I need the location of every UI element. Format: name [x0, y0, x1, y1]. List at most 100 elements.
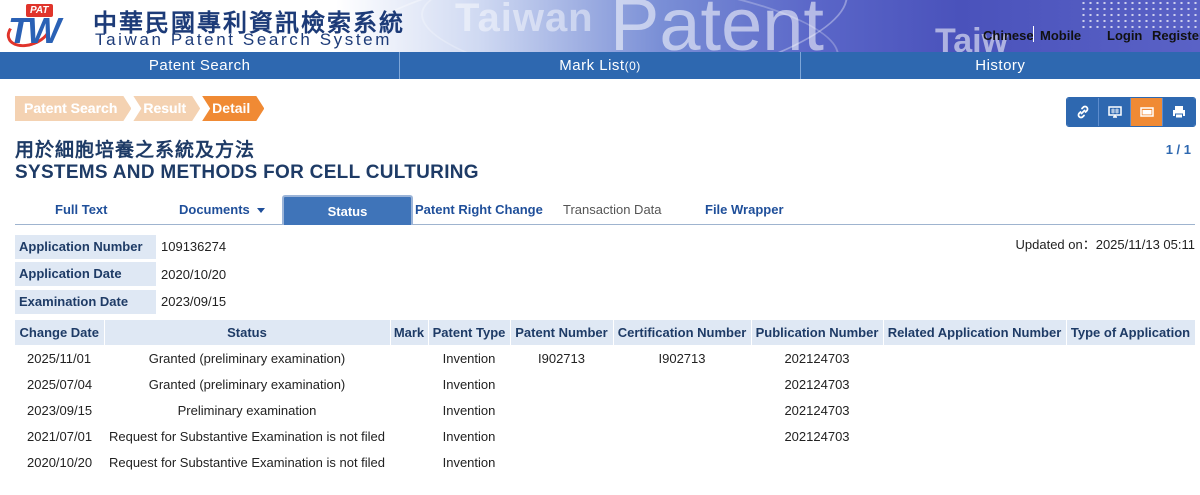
mark-list-count: (0) [624, 59, 641, 73]
info-row: Application Date 2020/10/20 [15, 261, 226, 289]
column-header: Related Application Number [883, 320, 1067, 345]
patent-title-english: SYSTEMS AND METHODS FOR CELL CULTURING [15, 162, 479, 183]
view-toolbar [1066, 97, 1196, 127]
info-row: Examination Date 2023/09/15 [15, 288, 226, 316]
tab-patent-right-change[interactable]: Patent Right Change [415, 202, 543, 217]
application-type-cell [1066, 397, 1195, 423]
register-link[interactable]: Register [1152, 28, 1200, 43]
header-watermark: Taiwan [455, 0, 594, 40]
column-header: Mark [390, 320, 429, 345]
column-header: Patent Number [510, 320, 614, 345]
nav-mark-list[interactable]: Mark List(0) [400, 52, 801, 79]
status-table: Change Date Status Mark Patent Type Pate… [15, 320, 1196, 475]
breadcrumb: Patent Search Result Detail [15, 96, 266, 121]
change-date-cell: 2020/10/20 [27, 454, 93, 470]
main-nav: Patent Search Mark List(0) History [0, 52, 1200, 79]
link-divider [1033, 26, 1034, 42]
status-cell: Request for Substantive Examination is n… [108, 454, 386, 470]
table-row: 2020/10/20 Request for Substantive Exami… [15, 449, 1195, 475]
tab-status[interactable]: Status [282, 195, 413, 225]
patent-type-cell: Invention [442, 350, 496, 366]
nav-patent-search[interactable]: Patent Search [0, 52, 401, 79]
publication-number-cell: 202124703 [784, 376, 850, 392]
application-type-cell [1066, 345, 1195, 371]
patent-number-cell [510, 371, 613, 397]
nav-mark-list-label: Mark List [559, 57, 625, 74]
related-application-cell [883, 423, 1066, 449]
site-title-english: Taiwan Patent Search System [95, 30, 392, 49]
patent-number-cell: I902713 [538, 350, 585, 366]
patent-title-chinese: 用於細胞培養之系統及方法 [15, 139, 256, 161]
breadcrumb-label: Patent Search [24, 100, 118, 116]
header-watermark: Patent [610, 0, 824, 52]
application-type-cell [1066, 449, 1195, 475]
table-row: 2025/11/01 Granted (preliminary examinat… [15, 345, 1195, 371]
column-header: Certification Number [613, 320, 752, 345]
change-date-cell: 2023/09/15 [27, 402, 93, 418]
application-number-value: 109136274 [161, 239, 227, 255]
column-header: Type of Application [1066, 320, 1196, 345]
tab-full-text[interactable]: Full Text [55, 202, 107, 217]
related-application-cell [883, 371, 1066, 397]
breadcrumb-label: Result [143, 100, 187, 116]
window-view-button[interactable] [1131, 98, 1163, 126]
updated-timestamp: Updated on：2025/11/13 05:11 [1015, 237, 1196, 252]
mark-cell [390, 423, 428, 449]
mobile-link[interactable]: Mobile [1040, 28, 1081, 43]
tab-file-wrapper[interactable]: File Wrapper [705, 202, 784, 217]
table-row: 2021/07/01 Request for Substantive Exami… [15, 423, 1195, 449]
info-row: Application Number 109136274 [15, 233, 226, 261]
patent-type-cell: Invention [442, 428, 496, 444]
mark-cell [390, 345, 428, 371]
certification-number-cell [613, 371, 751, 397]
site-logo[interactable]: TW PAT [2, 4, 88, 52]
chevron-down-icon [256, 208, 265, 214]
publication-number-cell: 202124703 [784, 428, 850, 444]
patent-number-cell [510, 397, 613, 423]
related-application-cell [883, 345, 1066, 371]
language-chinese-link[interactable]: Chinese [983, 28, 1034, 43]
breadcrumb-patent-search[interactable]: Patent Search [15, 96, 131, 121]
breadcrumb-label: Detail [212, 100, 251, 116]
certification-number-cell: I902713 [658, 350, 706, 366]
tab-transaction-data: Transaction Data [563, 202, 662, 217]
mark-cell [390, 397, 428, 423]
print-icon [1173, 106, 1185, 119]
column-header: Patent Type [428, 320, 511, 345]
breadcrumb-result[interactable]: Result [133, 96, 200, 121]
nav-history[interactable]: History [801, 52, 1200, 79]
status-cell: Granted (preliminary examination) [148, 376, 346, 392]
patent-type-cell: Invention [442, 376, 496, 392]
window-icon [1139, 107, 1154, 117]
publication-number-cell: 202124703 [784, 402, 850, 418]
tab-documents[interactable]: Documents [179, 202, 265, 217]
publication-number-cell: 202124703 [784, 350, 850, 366]
examination-date-value: 2023/09/15 [161, 294, 227, 310]
monitor-icon [1107, 106, 1122, 118]
screen-view-button[interactable] [1099, 98, 1131, 126]
column-header: Change Date [15, 320, 105, 345]
mark-cell [390, 449, 428, 475]
table-row: 2023/09/15 Preliminary examination Inven… [15, 397, 1195, 423]
logo-badge: PAT [26, 4, 53, 17]
login-link[interactable]: Login [1107, 28, 1142, 43]
permalink-button[interactable] [1067, 98, 1099, 126]
tab-documents-label: Documents [179, 202, 250, 217]
certification-number-cell [613, 397, 751, 423]
detail-tabs: Full Text Documents Status Patent Right … [15, 195, 1195, 225]
change-date-cell: 2025/07/04 [27, 376, 93, 392]
application-number-label: Application Number [15, 234, 156, 259]
patent-number-cell [510, 449, 613, 475]
change-date-cell: 2025/11/01 [27, 350, 92, 366]
certification-number-cell [613, 423, 751, 449]
application-info: Application Number 109136274 Application… [15, 233, 226, 316]
site-header: Taiwan Patent Taiw TW PAT 中華民國專利資訊檢索系統 T… [0, 0, 1200, 52]
certification-number-cell [613, 449, 751, 475]
examination-date-label: Examination Date [15, 289, 156, 314]
related-application-cell [883, 449, 1066, 475]
related-application-cell [883, 397, 1066, 423]
print-button[interactable] [1163, 98, 1195, 126]
status-cell: Granted (preliminary examination) [148, 350, 346, 366]
application-date-value: 2020/10/20 [161, 266, 227, 282]
mark-cell [390, 371, 428, 397]
